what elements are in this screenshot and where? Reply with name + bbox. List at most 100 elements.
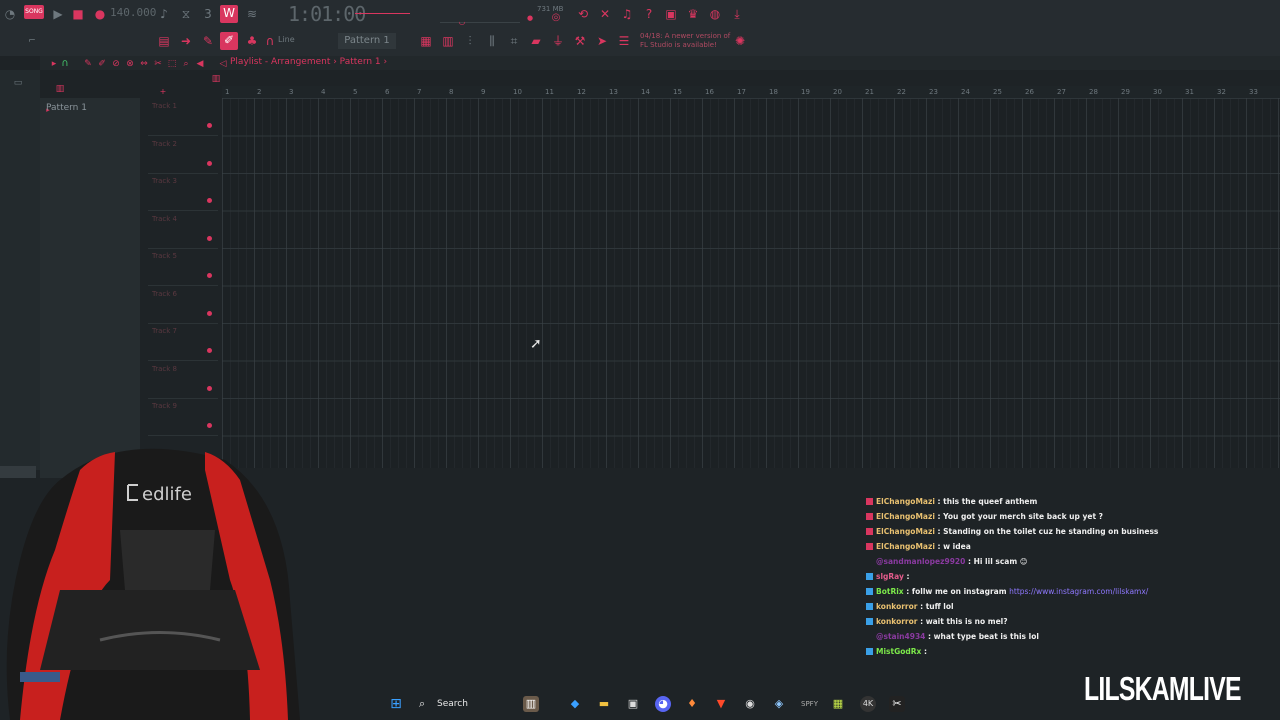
- tree-icon[interactable]: ⌗: [506, 33, 522, 49]
- chat-username[interactable]: slgRay: [876, 572, 904, 581]
- track-header[interactable]: Track 3: [148, 173, 218, 211]
- track-mute-icon[interactable]: [207, 348, 212, 353]
- wrench-icon[interactable]: ⚒: [572, 33, 588, 49]
- playlist-icon[interactable]: ▤: [156, 33, 172, 49]
- pencil-icon[interactable]: ✎: [200, 33, 216, 49]
- mixer-view-icon[interactable]: ⫶: [462, 33, 478, 49]
- play-icon[interactable]: ▶: [50, 6, 66, 22]
- ableton-icon[interactable]: 4K: [860, 696, 876, 712]
- chat-username[interactable]: ElChangoMazi: [876, 497, 935, 506]
- track-mute-icon[interactable]: [207, 423, 212, 428]
- arrow-right-icon[interactable]: ➜: [178, 33, 194, 49]
- chat-username[interactable]: MistGodRx: [876, 647, 921, 656]
- faders-icon[interactable]: ⫼: [484, 33, 500, 49]
- mic-icon[interactable]: ♫: [619, 6, 635, 22]
- minecraft-icon[interactable]: ▦: [830, 696, 846, 712]
- track-mute-icon[interactable]: [207, 198, 212, 203]
- chat-username[interactable]: ElChangoMazi: [876, 542, 935, 551]
- loop-record-icon[interactable]: W: [220, 5, 238, 23]
- settings-icon[interactable]: ✺: [732, 33, 748, 49]
- obs-icon[interactable]: ◉: [742, 696, 758, 712]
- chat-username[interactable]: BotRix: [876, 587, 904, 596]
- playback-tool-icon[interactable]: ◀: [192, 56, 208, 72]
- chat-username[interactable]: ElChangoMazi: [876, 527, 935, 536]
- steam-icon[interactable]: ◈: [771, 696, 787, 712]
- browser-toggle-icon[interactable]: ▥: [52, 81, 68, 97]
- browser-icon[interactable]: ▦: [418, 33, 434, 49]
- undo-icon[interactable]: ⟲: [575, 6, 591, 22]
- windows-start-icon[interactable]: ⊞: [388, 696, 404, 712]
- cpu-icon: ◡: [458, 17, 466, 26]
- chat-username[interactable]: ElChangoMazi: [876, 512, 935, 521]
- wait-icon[interactable]: ⧖: [178, 6, 194, 22]
- track-header[interactable]: Track 6: [148, 286, 218, 324]
- menu-icon[interactable]: ◔: [2, 6, 18, 22]
- track-header[interactable]: Track 4: [148, 211, 218, 249]
- countdown-icon[interactable]: 3: [200, 6, 216, 22]
- chat-link[interactable]: https://www.instagram.com/lilskamx/: [1009, 587, 1148, 596]
- file-explorer-icon[interactable]: ▬: [596, 696, 612, 712]
- timeline-ruler[interactable]: 1 2 3 4 5 6 7 8 9 10 11 12 13 14 15 16 17 18 19 20 21 22 23 24 2…: [222, 86, 1280, 98]
- stop-icon[interactable]: ■: [70, 6, 86, 22]
- track-header[interactable]: Track 9: [148, 398, 218, 436]
- save-icon[interactable]: ▣: [663, 6, 679, 22]
- playlist-grid[interactable]: [222, 98, 1280, 468]
- help-icon[interactable]: ?: [641, 6, 657, 22]
- track-header[interactable]: Track 5: [148, 248, 218, 286]
- download-icon[interactable]: ⤓: [729, 6, 745, 22]
- chat-icon[interactable]: ◍: [707, 6, 723, 22]
- pattern-select[interactable]: Pattern 1: [338, 33, 396, 49]
- track-header[interactable]: Track 8: [148, 361, 218, 399]
- track-header[interactable]: Track 1: [148, 98, 218, 136]
- store-icon[interactable]: ▣: [625, 696, 641, 712]
- track-mute-icon[interactable]: [207, 273, 212, 278]
- pin-icon[interactable]: ⌐: [24, 33, 40, 49]
- track-mute-icon[interactable]: [207, 310, 212, 316]
- track-mute-icon[interactable]: [207, 123, 212, 128]
- folder-icon[interactable]: ▭: [10, 75, 26, 91]
- send-icon[interactable]: ➤: [594, 33, 610, 49]
- plug-icon[interactable]: ⏚: [550, 33, 566, 49]
- track-header[interactable]: Track 7: [148, 323, 218, 361]
- browser-item-pattern-1[interactable]: Pattern 1: [46, 103, 87, 113]
- snap-magnet-icon[interactable]: ∩: [57, 56, 73, 72]
- record-icon[interactable]: ●: [92, 6, 108, 22]
- pattern-picker-icon[interactable]: ▥: [208, 71, 224, 87]
- metronome-icon[interactable]: ♪: [156, 6, 172, 22]
- blend-icon[interactable]: ≋: [244, 6, 260, 22]
- magnet-icon[interactable]: ∩: [262, 33, 278, 49]
- plugin-icon[interactable]: ▰: [528, 33, 544, 49]
- stamp-icon[interactable]: ♣: [244, 33, 260, 49]
- chat-badge-icon: [866, 573, 873, 580]
- cpu-marker-icon: ●: [526, 14, 534, 22]
- tempo-display[interactable]: 140.000: [110, 6, 156, 19]
- update-news[interactable]: 04/18: A newer version of FL Studio is a…: [640, 32, 735, 50]
- chat-username[interactable]: konkorror: [876, 617, 917, 626]
- copilot-icon[interactable]: ◆: [567, 696, 583, 712]
- app-icon[interactable]: SPFY: [801, 696, 818, 712]
- widgets-icon[interactable]: ▥: [523, 696, 539, 712]
- discord-icon[interactable]: ◕: [655, 696, 671, 712]
- chat-username[interactable]: @stain4934: [876, 632, 925, 641]
- song-mode-badge[interactable]: SONG: [24, 5, 44, 19]
- capcut-icon[interactable]: ✂: [889, 696, 905, 712]
- volume-slider[interactable]: [355, 13, 410, 14]
- speaker-icon[interactable]: ◁: [215, 56, 231, 72]
- mixer-icon[interactable]: ✕: [597, 6, 613, 22]
- track-header[interactable]: Track 2: [148, 136, 218, 174]
- brave-icon[interactable]: ▼: [713, 696, 729, 712]
- chat-username[interactable]: @sandmanlopez9920: [876, 557, 965, 566]
- chat-badge-icon: [866, 633, 873, 640]
- ruler-bar-number: 10: [513, 88, 522, 96]
- piano-icon[interactable]: ♛: [685, 6, 701, 22]
- paint-icon[interactable]: ✐: [220, 32, 238, 50]
- track-mute-icon[interactable]: [207, 385, 212, 391]
- track-mute-icon[interactable]: [207, 235, 212, 241]
- list-icon[interactable]: ☰: [616, 33, 632, 49]
- track-mute-icon[interactable]: [207, 160, 212, 166]
- ruler-bar-number: 12: [577, 88, 586, 96]
- fl-studio-icon[interactable]: ♦: [684, 696, 700, 712]
- channel-rack-icon[interactable]: ▥: [440, 33, 456, 49]
- snap-select[interactable]: Line: [278, 35, 295, 44]
- chat-username[interactable]: konkorror: [876, 602, 917, 611]
